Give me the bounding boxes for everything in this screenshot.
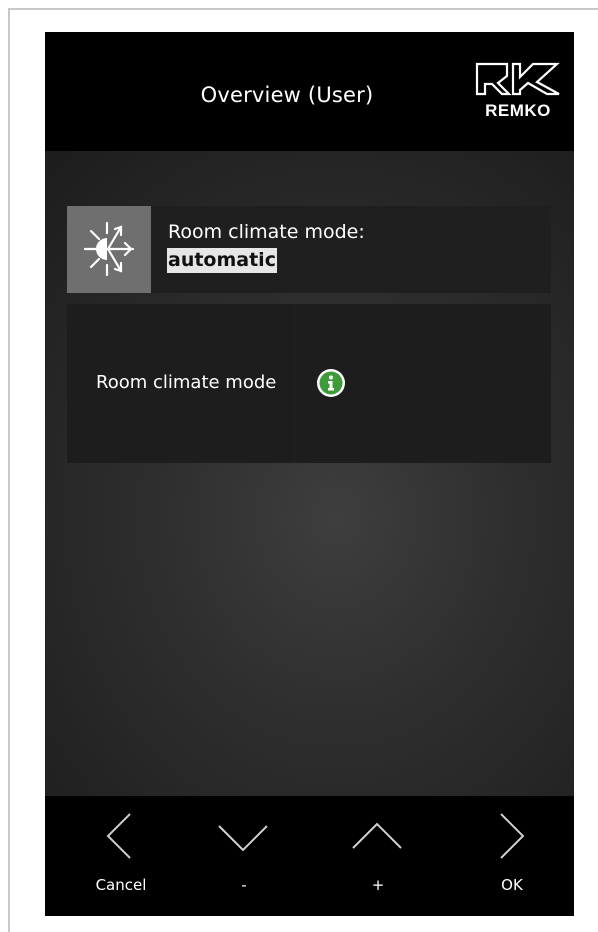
header: Overview (User) REMKO xyxy=(45,32,574,151)
status-label: Room climate mode: xyxy=(168,221,365,243)
logo-text: REMKO xyxy=(485,101,551,120)
menu-item-label: Room climate mode xyxy=(96,372,277,393)
cancel-label: Cancel xyxy=(95,876,147,894)
snowflake-sun-icon xyxy=(83,221,135,277)
frame-border-top xyxy=(8,8,598,10)
mode-icon-box xyxy=(67,206,151,293)
frame-border-left xyxy=(8,8,10,932)
page-title: Overview (User) xyxy=(200,83,374,107)
info-icon[interactable] xyxy=(316,368,346,398)
plus-button[interactable]: + xyxy=(323,796,433,916)
ok-label: OK xyxy=(501,876,523,894)
device-screen: Overview (User) REMKO Room climate mode:… xyxy=(45,32,574,916)
panel-divider xyxy=(294,304,295,463)
menu-item-room-climate-mode[interactable]: Room climate mode xyxy=(67,304,551,463)
ok-button[interactable]: OK xyxy=(457,796,567,916)
minus-label: - xyxy=(241,876,247,894)
chevron-right-icon xyxy=(500,813,525,859)
plus-label: + xyxy=(371,876,385,894)
status-bar: Room climate mode: automatic xyxy=(67,206,551,293)
footer-nav: Cancel - + OK xyxy=(45,796,574,916)
minus-button[interactable]: - xyxy=(189,796,299,916)
cancel-button[interactable]: Cancel xyxy=(66,796,176,916)
status-value: automatic xyxy=(167,248,277,273)
chevron-left-icon xyxy=(106,813,131,859)
chevron-down-icon xyxy=(218,825,268,852)
chevron-up-icon xyxy=(352,822,402,849)
remko-logo: REMKO xyxy=(475,62,560,120)
